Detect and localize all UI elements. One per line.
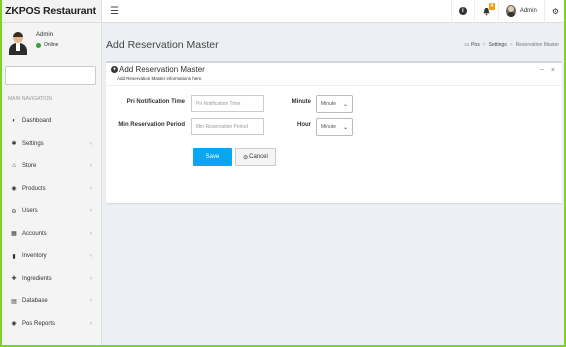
box-title: + Add Reservation Master <box>111 65 205 74</box>
app-logo-text: ZKPOS Restaurant <box>5 5 96 17</box>
notifications-button[interactable]: 4 <box>473 0 498 23</box>
sidebar-item-label: Database <box>22 298 48 305</box>
user-icon: ⊖ <box>11 208 17 215</box>
sidebar-menu: ◐ Dashboard ✱ Settings ‹ ⌂ Store ‹ ◉ Products ‹ ⊖ Us… <box>0 110 101 335</box>
chevron-left-icon: ‹ <box>90 185 92 192</box>
eye-icon: ◉ <box>11 321 17 328</box>
sidebar: Admin Online MAIN NAVIGATION ◐ Dashboard ✱… <box>0 23 102 347</box>
sidebar-search-input[interactable] <box>5 66 96 85</box>
notifications-badge: 4 <box>488 2 495 10</box>
gear-icon: ✱ <box>11 141 17 148</box>
pri-notification-time-label: Pri Notification Time <box>126 99 185 105</box>
user-menu[interactable]: Admin <box>497 0 544 23</box>
nav-header: MAIN NAVIGATION <box>8 96 52 102</box>
breadcrumb-item-settings[interactable]: Settings <box>489 42 507 48</box>
chevron-left-icon: ‹ <box>90 140 92 147</box>
min-reservation-unit-value: Minute <box>321 124 337 130</box>
sidebar-item-pos-reports[interactable]: ◉ Pos Reports ‹ <box>0 313 101 336</box>
control-sidebar-toggle[interactable]: ⚙ <box>543 0 566 23</box>
chevron-left-icon: ‹ <box>90 163 92 170</box>
chevron-down-icon: ⌄ <box>342 124 348 131</box>
pri-notification-unit-value: Minute <box>321 101 337 107</box>
chevron-left-icon: ‹ <box>90 230 92 237</box>
page-title: Add Reservation Master <box>106 39 219 51</box>
user-name: Admin <box>36 32 54 38</box>
sidebar-item-settings[interactable]: ✱ Settings ‹ <box>0 133 101 156</box>
plus-icon: ✚ <box>11 276 17 283</box>
sidebar-item-accounts[interactable]: ▦ Accounts ‹ <box>0 223 101 246</box>
database-icon: ▤ <box>11 298 17 305</box>
sidebar-item-label: Users <box>22 208 38 215</box>
sidebar-item-ingredients[interactable]: ✚ Ingredients ‹ <box>0 268 101 291</box>
user-avatar <box>8 32 28 56</box>
user-status-text: Online <box>44 42 59 48</box>
calculator-icon: ▦ <box>11 231 17 238</box>
save-button[interactable]: Save <box>193 148 232 166</box>
sidebar-item-label: Pos Reports <box>22 320 56 327</box>
info-button[interactable]: i <box>450 0 474 23</box>
ban-icon: ⊘ <box>243 154 249 161</box>
top-navbar: ☰ i 4 Admin ⚙ <box>102 0 566 23</box>
sidebar-item-store[interactable]: ⌂ Store ‹ <box>0 155 101 178</box>
sidebar-item-database[interactable]: ▤ Database ‹ <box>0 290 101 313</box>
pri-notification-time-input[interactable]: Pri Notification Time <box>191 95 264 112</box>
chevron-left-icon: ‹ <box>90 298 92 305</box>
sidebar-item-inventory[interactable]: ▮ Inventory ‹ <box>0 245 101 268</box>
sidebar-item-label: Dashboard <box>22 118 52 125</box>
breadcrumb: ▭ Pos > Settings > Reservation Master <box>464 42 559 48</box>
navbar-right: i 4 Admin ⚙ <box>450 0 566 23</box>
user-status: Online <box>36 42 58 48</box>
chevron-left-icon: ‹ <box>90 253 92 260</box>
box-title-text: Add Reservation Master <box>119 65 205 74</box>
cancel-button[interactable]: ⊘ Cancel <box>235 148 276 166</box>
desktop-icon: ▭ <box>464 42 470 48</box>
box-tools: − × <box>533 67 555 74</box>
info-icon: i <box>458 7 467 15</box>
user-panel: Admin Online <box>0 23 101 63</box>
pri-notification-unit-label: Minute <box>291 99 311 105</box>
min-reservation-unit-select[interactable]: Minute ⌄ <box>316 118 353 136</box>
min-reservation-unit-label: Hour <box>297 122 311 128</box>
min-reservation-period-placeholder: Min Reservation Period <box>196 123 248 130</box>
box-divider <box>106 85 562 86</box>
reservation-master-box: + Add Reservation Master Add Reservation… <box>106 61 562 203</box>
breadcrumb-item-current: Reservation Master <box>515 42 559 48</box>
online-status-dot <box>36 42 41 48</box>
content-wrapper: Add Reservation Master ▭ Pos > Settings … <box>102 23 566 347</box>
bar-chart-icon: ▮ <box>12 253 16 260</box>
pri-notification-time-placeholder: Pri Notification Time <box>196 100 241 107</box>
sidebar-item-label: Products <box>22 185 46 192</box>
sidebar-item-label: Inventory <box>22 253 47 260</box>
dashboard-icon: ◐ <box>12 118 16 125</box>
pri-notification-unit-select[interactable]: Minute ⌄ <box>316 95 353 113</box>
min-reservation-period-label: Min Reservation Period <box>118 122 185 128</box>
min-reservation-period-input[interactable]: Min Reservation Period <box>191 118 264 135</box>
chevron-left-icon: ‹ <box>90 275 92 282</box>
plus-circle-icon: + <box>111 66 118 73</box>
collapse-icon[interactable]: − <box>540 67 544 74</box>
chevron-left-icon: ‹ <box>90 320 92 327</box>
cancel-button-label: Cancel <box>249 154 268 160</box>
home-icon: ⌂ <box>12 163 16 170</box>
sidebar-item-users[interactable]: ⊖ Users ‹ <box>0 200 101 223</box>
box-subtitle: Add Reservation Master informations here… <box>117 76 203 81</box>
app-logo[interactable]: ZKPOS Restaurant <box>0 0 102 23</box>
chevron-down-icon: ⌄ <box>342 101 348 108</box>
sidebar-item-label: Ingredients <box>22 275 52 282</box>
breadcrumb-item-pos[interactable]: Pos <box>471 42 480 48</box>
sidebar-item-label: Accounts <box>22 230 47 237</box>
sidebar-item-products[interactable]: ◉ Products ‹ <box>0 178 101 201</box>
sidebar-item-dashboard[interactable]: ◐ Dashboard <box>0 110 101 133</box>
sidebar-item-label: Settings <box>22 140 44 147</box>
gears-icon: ⚙ <box>551 6 559 16</box>
tag-icon: ◉ <box>11 186 17 193</box>
hamburger-icon[interactable]: ☰ <box>110 6 119 17</box>
sidebar-item-label: Store <box>22 163 37 170</box>
close-icon[interactable]: × <box>551 67 555 74</box>
user-menu-name: Admin <box>519 8 537 14</box>
avatar <box>505 5 516 17</box>
chevron-left-icon: ‹ <box>90 208 92 215</box>
